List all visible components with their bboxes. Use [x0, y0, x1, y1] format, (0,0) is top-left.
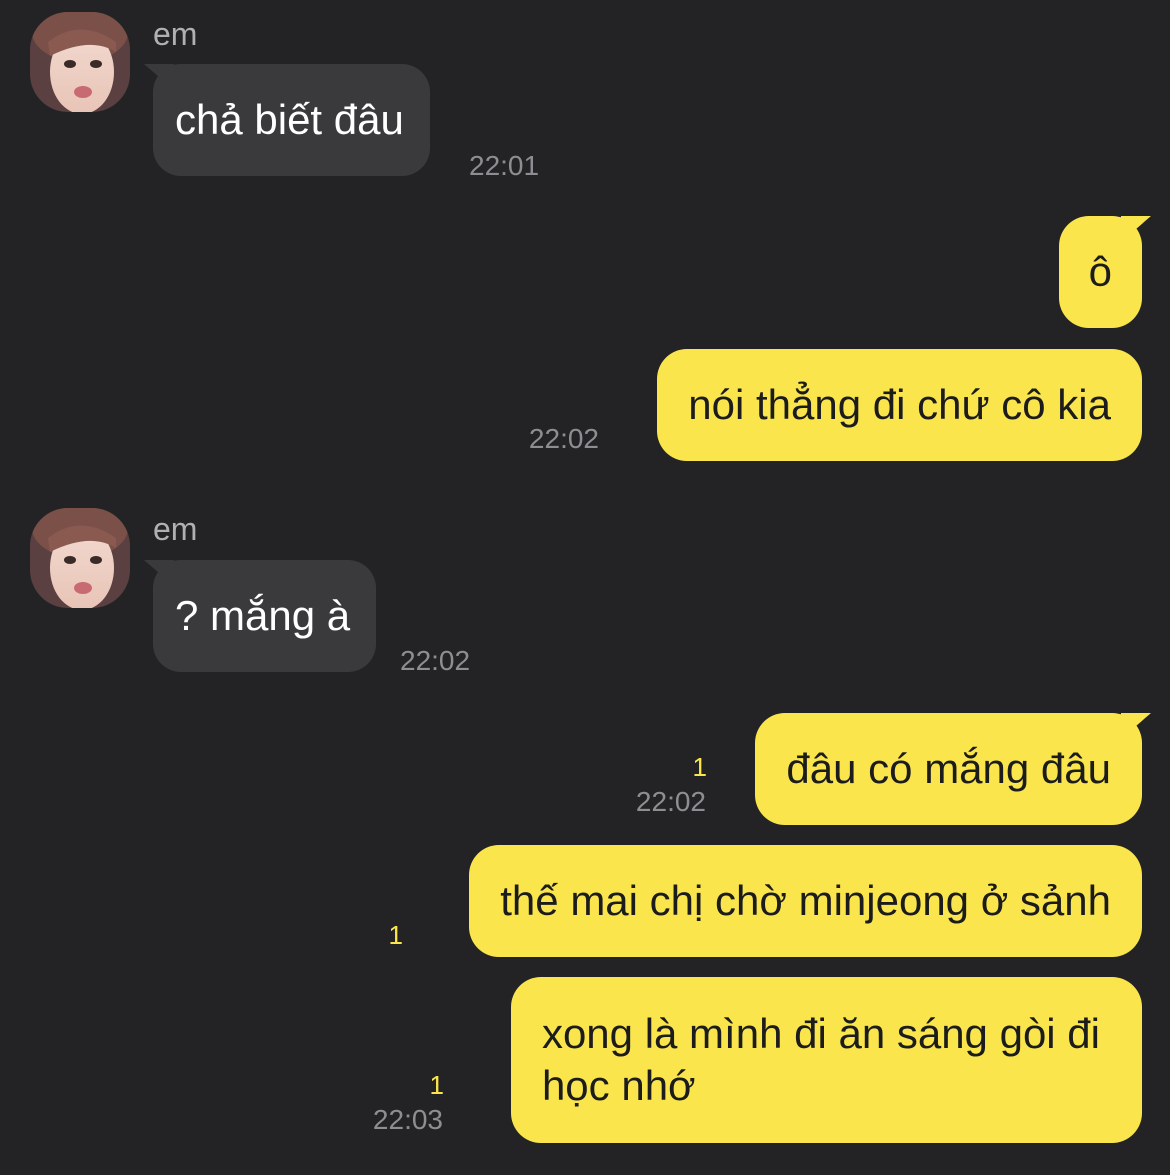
unread-count: 1	[692, 752, 707, 782]
outgoing-message-bubble[interactable]: xong là mình đi ăn sáng gòi đi học nhớ	[510, 977, 1142, 1143]
message-text: đâu có mắng đâu	[786, 745, 1111, 792]
message-timestamp: 22:02	[635, 786, 706, 817]
message-timestamp: 22:02	[400, 645, 471, 676]
message-text-line: học nhớ	[541, 1062, 696, 1109]
unread-count: 1	[388, 920, 403, 950]
message-text: chả biết đâu	[175, 96, 404, 143]
message-text: thế mai chị chờ minjeong ở sảnh	[500, 877, 1111, 924]
bubble-tail	[144, 64, 174, 90]
message-timestamp: 22:03	[372, 1104, 443, 1135]
outgoing-message-bubble[interactable]: thế mai chị chờ minjeong ở sảnh	[469, 845, 1142, 957]
message-text: nói thẳng đi chứ cô kia	[688, 381, 1111, 428]
outgoing-message-bubble[interactable]: nói thẳng đi chứ cô kia	[657, 349, 1142, 461]
message-timestamp: 22:01	[469, 150, 540, 181]
sender-name: em	[153, 16, 198, 52]
message-timestamp: 22:02	[528, 423, 599, 454]
message-text: ô	[1088, 248, 1112, 295]
contact-avatar[interactable]	[30, 508, 130, 608]
outgoing-message-bubble[interactable]: ô	[1058, 216, 1151, 328]
bubble-tail	[1121, 713, 1151, 739]
sender-name: em	[153, 511, 198, 547]
message-text-line: xong là mình đi ăn sáng gòi đi	[541, 1010, 1100, 1057]
outgoing-message-bubble[interactable]: đâu có mắng đâu	[755, 713, 1151, 825]
bubble-tail	[144, 560, 174, 586]
incoming-message-bubble[interactable]: chả biết đâu	[144, 64, 430, 176]
contact-avatar[interactable]	[30, 12, 130, 112]
incoming-message-bubble[interactable]: ? mắng à	[144, 560, 377, 672]
message-text: ? mắng à	[175, 592, 351, 639]
bubble-tail	[1121, 216, 1151, 242]
unread-count: 1	[429, 1070, 444, 1100]
